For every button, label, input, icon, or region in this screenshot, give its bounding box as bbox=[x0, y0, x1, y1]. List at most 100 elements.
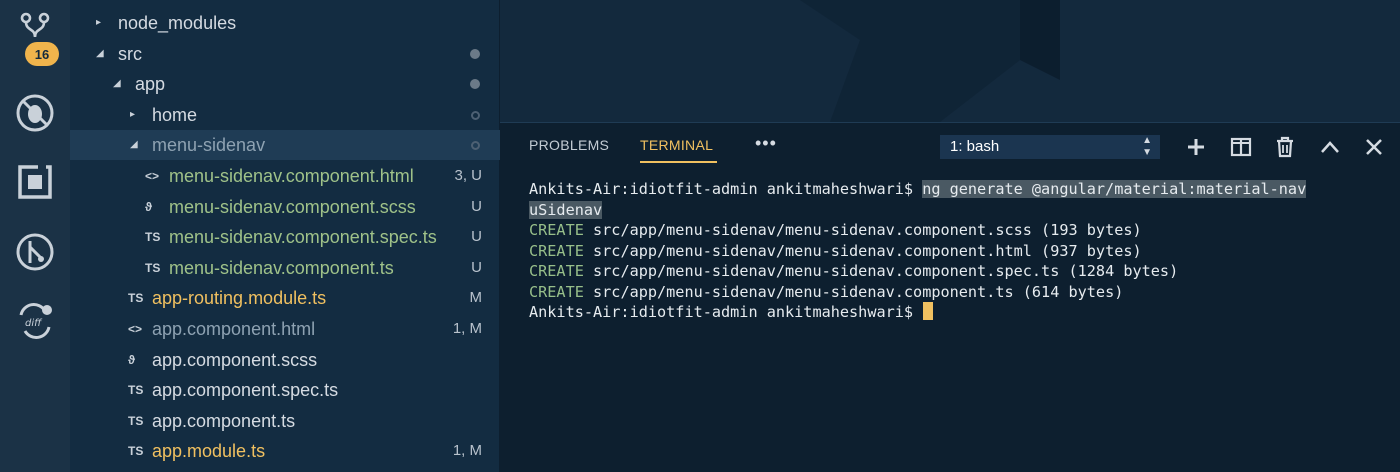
git-status-badge: 1, M bbox=[452, 320, 482, 337]
diff-icon[interactable]: diff bbox=[13, 299, 57, 343]
typescript-file-icon: TS bbox=[145, 230, 161, 245]
tree-item-label: app-routing.module.ts bbox=[152, 288, 327, 309]
tree-item-label: menu-sidenav.component.ts bbox=[169, 257, 394, 278]
create-keyword: CREATE bbox=[529, 282, 584, 301]
typescript-file-icon: TS bbox=[145, 260, 161, 275]
close-panel-button[interactable] bbox=[1360, 133, 1388, 161]
modified-dot-icon bbox=[470, 48, 480, 59]
create-keyword: CREATE bbox=[529, 221, 584, 239]
typescript-file-icon: TS bbox=[128, 291, 144, 306]
tree-item[interactable]: ϑ app.component.scss bbox=[70, 345, 500, 375]
svg-text:diff: diff bbox=[25, 318, 43, 329]
tree-item-label: menu-sidenav bbox=[152, 135, 266, 156]
tree-item[interactable]: ◢ menu-sidenav bbox=[70, 130, 500, 161]
terminal-panel: PROBLEMS TERMINAL ••• 1: bash ▲ ▼ Ankits-… bbox=[500, 122, 1400, 472]
terminal-line: CREATE src/app/menu-sidenav/menu-sidenav… bbox=[529, 220, 1306, 241]
tree-item[interactable]: <> app.component.html 1, M bbox=[70, 314, 500, 344]
scss-file-icon: ϑ bbox=[145, 199, 152, 214]
created-file-path: src/app/menu-sidenav/menu-sidenav.compon… bbox=[583, 262, 1179, 280]
terminal-cursor bbox=[923, 302, 934, 320]
tree-item[interactable]: ◢ src bbox=[70, 39, 500, 69]
terminal-output[interactable]: Ankits-Air:idiotfit-admin ankitmaheshwar… bbox=[529, 179, 1307, 323]
terminal-line: CREATE src/app/menu-sidenav/menu-sidenav… bbox=[529, 241, 1306, 262]
terminal-line: CREATE src/app/menu-sidenav/menu-sidenav… bbox=[529, 261, 1306, 282]
created-file-path: src/app/menu-sidenav/menu-sidenav.compon… bbox=[583, 221, 1142, 239]
typescript-file-icon: TS bbox=[128, 413, 144, 428]
tree-item-label: menu-sidenav.component.spec.ts bbox=[169, 227, 437, 248]
tree-item[interactable]: TS app.module.ts 1, M bbox=[70, 436, 500, 466]
tree-item[interactable]: TS app.component.spec.ts bbox=[70, 375, 500, 405]
gitlens-icon[interactable] bbox=[13, 230, 57, 274]
git-status-badge: 3, U bbox=[454, 167, 482, 184]
split-terminal-button[interactable] bbox=[1227, 133, 1255, 161]
terminal-prompt: Ankits-Air:idiotfit-admin ankitmaheshwar… bbox=[529, 180, 923, 198]
tree-item[interactable]: ϑ menu-sidenav.component.scss U bbox=[70, 192, 500, 222]
plus-icon bbox=[1188, 139, 1204, 155]
tree-item[interactable]: TS menu-sidenav.component.spec.ts U bbox=[70, 222, 500, 252]
html-file-icon: <> bbox=[145, 169, 160, 183]
tree-item[interactable]: ▸ node_modules bbox=[70, 8, 500, 38]
tree-item[interactable]: ▸ home bbox=[70, 100, 500, 130]
modified-dot-icon bbox=[470, 79, 480, 90]
tree-item-label: node_modules bbox=[118, 13, 237, 33]
close-icon bbox=[1366, 139, 1382, 155]
tree-item[interactable]: TS menu-sidenav.component.ts U bbox=[70, 253, 500, 283]
tree-item[interactable]: TS app-routing.module.ts M bbox=[70, 283, 500, 313]
tree-item-label: app.component.html bbox=[152, 319, 316, 339]
terminal-line: Ankits-Air:idiotfit-admin ankitmaheshwar… bbox=[529, 302, 1306, 323]
more-actions-icon[interactable]: ••• bbox=[755, 133, 777, 154]
terminal-line: uSidenav bbox=[529, 200, 1306, 221]
split-icon bbox=[1230, 137, 1252, 157]
chevron-down-icon[interactable]: ◢ bbox=[113, 69, 125, 99]
typescript-file-icon: TS bbox=[128, 383, 144, 398]
chevron-up-icon bbox=[1321, 141, 1339, 153]
typescript-file-icon: TS bbox=[128, 444, 144, 459]
tree-item-label: app.component.spec.ts bbox=[152, 380, 339, 401]
tree-item-label: app.component.ts bbox=[152, 410, 296, 431]
select-arrows-icon: ▲ ▼ bbox=[1142, 135, 1152, 158]
tree-item-label: app.component.scss bbox=[152, 349, 318, 370]
terminal-line: CREATE src/app/menu-sidenav/menu-sidenav… bbox=[529, 282, 1306, 303]
maximize-panel-button[interactable] bbox=[1316, 133, 1344, 161]
tree-item-label: app bbox=[135, 74, 166, 95]
new-terminal-button[interactable] bbox=[1182, 133, 1210, 161]
tree-item[interactable]: TS app.component.ts bbox=[70, 406, 500, 436]
git-status-badge: U bbox=[471, 228, 482, 246]
vscode-watermark-icon bbox=[800, 0, 1060, 122]
active-tab-indicator bbox=[640, 161, 717, 163]
git-status-badge: U bbox=[471, 258, 482, 276]
chevron-right-icon[interactable]: ▸ bbox=[96, 8, 108, 38]
chevron-down-icon[interactable]: ◢ bbox=[96, 39, 108, 69]
activity-bar: 16 diff bbox=[0, 0, 70, 472]
tab-terminal[interactable]: TERMINAL bbox=[640, 137, 713, 153]
terminal-command: ng generate @angular/material:material-n… bbox=[922, 180, 1307, 198]
tree-item-label: home bbox=[152, 104, 198, 125]
create-keyword: CREATE bbox=[529, 241, 584, 260]
extensions-icon[interactable] bbox=[13, 160, 57, 204]
modified-dot-icon bbox=[471, 110, 480, 120]
kill-terminal-button[interactable] bbox=[1271, 133, 1299, 161]
tree-item-label: src bbox=[118, 43, 142, 64]
terminal-line: Ankits-Air:idiotfit-admin ankitmaheshwar… bbox=[529, 179, 1307, 200]
terminal-command: uSidenav bbox=[529, 200, 603, 219]
tree-item-label: app.module.ts bbox=[152, 441, 266, 462]
debug-icon[interactable] bbox=[13, 91, 57, 135]
created-file-path: src/app/menu-sidenav/menu-sidenav.compon… bbox=[583, 282, 1124, 301]
terminal-select[interactable]: 1: bash ▲ ▼ bbox=[940, 135, 1160, 159]
editor-area bbox=[500, 0, 1400, 122]
create-keyword: CREATE bbox=[529, 262, 584, 280]
git-status-badge: M bbox=[469, 289, 483, 307]
tab-problems[interactable]: PROBLEMS bbox=[529, 137, 609, 153]
tree-item[interactable]: ◢ app bbox=[70, 69, 500, 99]
scm-count-badge: 16 bbox=[25, 42, 59, 66]
tree-item[interactable]: <> menu-sidenav.component.html 3, U bbox=[70, 161, 500, 191]
modified-dot-icon bbox=[471, 141, 480, 151]
chevron-right-icon[interactable]: ▸ bbox=[130, 100, 142, 130]
chevron-down-icon[interactable]: ◢ bbox=[130, 130, 142, 160]
tree-item-label: menu-sidenav.component.html bbox=[169, 166, 414, 186]
created-file-path: src/app/menu-sidenav/menu-sidenav.compon… bbox=[583, 241, 1142, 260]
terminal-select-value: 1: bash bbox=[950, 138, 1000, 155]
tree-item-label: menu-sidenav.component.scss bbox=[169, 196, 416, 217]
terminal-prompt: Ankits-Air:idiotfit-admin ankitmaheshwar… bbox=[529, 303, 923, 321]
git-status-badge: 1, M bbox=[452, 442, 482, 460]
